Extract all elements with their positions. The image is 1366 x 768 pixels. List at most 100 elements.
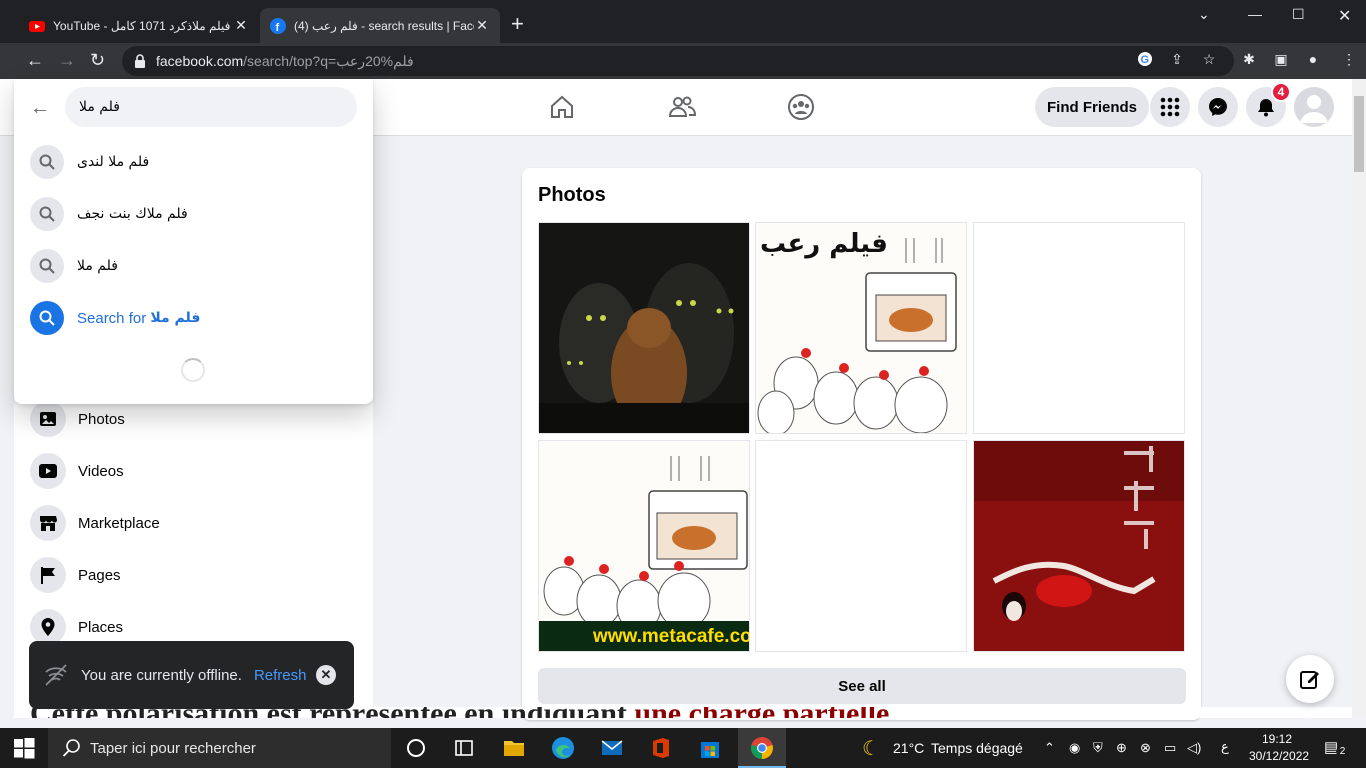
- search-input[interactable]: [65, 87, 357, 127]
- store-icon[interactable]: [698, 736, 722, 760]
- grid-menu-icon: [1160, 97, 1180, 117]
- battery-icon[interactable]: ▭: [1164, 740, 1176, 756]
- volume-icon[interactable]: ◁): [1187, 740, 1201, 756]
- video-icon: [30, 453, 66, 489]
- tab-youtube[interactable]: YouTube - فيلم ملاذكرد 1071 كامل ✕: [19, 8, 259, 43]
- bookmark-star-icon[interactable]: ☆: [1200, 51, 1218, 69]
- photo-caption: فيلم رعب: [760, 229, 888, 259]
- photo-result[interactable]: فيلم رعب: [755, 222, 967, 434]
- extensions-icon[interactable]: ✱: [1240, 51, 1258, 69]
- tab-search-icon[interactable]: ⌄: [1198, 6, 1210, 23]
- search-suggestion[interactable]: فلم ملا: [30, 246, 118, 286]
- messenger-button[interactable]: [1198, 87, 1238, 127]
- home-icon[interactable]: [548, 93, 576, 121]
- windows-taskbar: Taper ici pour rechercher ☾ 21°C Temps d…: [0, 728, 1366, 768]
- tab-facebook[interactable]: f (4) فلم رعب - search results | Face ✕: [260, 8, 500, 43]
- menu-button[interactable]: [1150, 87, 1190, 127]
- cats-photo: [539, 223, 749, 433]
- sidebar-item-label: Pages: [78, 566, 121, 584]
- url-path: /search/top?q=فلم%20رعب: [243, 52, 414, 69]
- compose-icon: [1300, 671, 1319, 689]
- close-tab-icon[interactable]: ✕: [474, 17, 490, 34]
- close-window-button[interactable]: ✕: [1338, 6, 1351, 26]
- photo-result[interactable]: www.metacafe.com: [538, 440, 750, 652]
- photo-result[interactable]: [973, 440, 1185, 652]
- search-suggestion[interactable]: فلم ملا لندى: [30, 142, 149, 182]
- reload-icon[interactable]: ↻: [90, 51, 105, 69]
- network-icon[interactable]: ⊗: [1140, 740, 1151, 756]
- youtube-icon: [29, 20, 45, 32]
- edge-icon[interactable]: [551, 736, 575, 760]
- chrome-icon: [751, 737, 773, 759]
- tab-title: (4) فلم رعب - search results | Face: [294, 18, 474, 33]
- weather-temp[interactable]: 21°C: [893, 740, 924, 756]
- suggestion-text: فلم ملا: [77, 258, 118, 274]
- menu-icon[interactable]: ⋮: [1340, 51, 1358, 69]
- new-tab-button[interactable]: +: [511, 13, 524, 35]
- notification-badge: 4: [1271, 82, 1291, 102]
- chevron-up-icon[interactable]: ⌃: [1044, 740, 1055, 756]
- find-friends-button[interactable]: Find Friends: [1035, 87, 1149, 127]
- refresh-link[interactable]: Refresh: [254, 667, 307, 684]
- close-icon[interactable]: ✕: [316, 665, 336, 685]
- marketplace-icon: [30, 505, 66, 541]
- photo-result[interactable]: [973, 222, 1185, 434]
- clock-date[interactable]: 30/12/2022: [1249, 749, 1309, 763]
- sidebar-item-label: Photos: [78, 410, 125, 428]
- clock-time[interactable]: 19:12: [1262, 732, 1292, 746]
- svg-text:f: f: [276, 22, 280, 34]
- new-message-button[interactable]: [1286, 655, 1334, 703]
- offline-toast: You are currently offline. Refresh ✕: [29, 641, 354, 709]
- sidepanel-icon[interactable]: ▣: [1272, 51, 1290, 69]
- sidebar-item-pages[interactable]: Pages: [30, 555, 121, 595]
- minimize-button[interactable]: —: [1248, 6, 1262, 22]
- search-for-button[interactable]: Search for فلم ملا: [30, 298, 200, 338]
- forward-icon[interactable]: →: [58, 51, 76, 69]
- loading-spinner: [181, 358, 205, 382]
- page-scrollbar[interactable]: [1352, 79, 1366, 718]
- search-suggestion[interactable]: فلم ملاك بنت نجف: [30, 194, 188, 234]
- mail-icon[interactable]: [600, 736, 624, 760]
- task-view-icon[interactable]: [452, 736, 476, 760]
- see-all-button[interactable]: See all: [538, 668, 1186, 704]
- photo-result[interactable]: [755, 440, 967, 652]
- browser-toolbar: ← → ↻ facebook.com/search/top?q=فلم%20رع…: [0, 43, 1366, 79]
- office-icon[interactable]: [649, 736, 673, 760]
- back-icon[interactable]: ←: [26, 51, 44, 69]
- url-host: facebook.com: [156, 53, 244, 69]
- scrollbar-thumb[interactable]: [1354, 96, 1364, 172]
- windows-start-icon[interactable]: [12, 736, 36, 760]
- avatar[interactable]: [1294, 87, 1334, 127]
- share-icon[interactable]: ⇪: [1168, 51, 1186, 69]
- globe-icon[interactable]: ⊕: [1116, 740, 1127, 756]
- address-bar[interactable]: facebook.com/search/top?q=فلم%20رعب: [122, 46, 1234, 76]
- sidebar-item-marketplace[interactable]: Marketplace: [30, 503, 160, 543]
- photo-result[interactable]: [538, 222, 750, 434]
- chrome-taskbar-button[interactable]: [738, 728, 786, 768]
- notification-count: 2: [1336, 746, 1349, 757]
- bell-icon: [1258, 99, 1274, 117]
- sidebar-item-videos[interactable]: Videos: [30, 451, 124, 491]
- shield-icon[interactable]: ⛨: [1093, 740, 1103, 756]
- horror-poster-photo: [974, 441, 1184, 651]
- file-explorer-icon[interactable]: [502, 736, 526, 760]
- cortana-icon[interactable]: [404, 736, 428, 760]
- profile-icon[interactable]: ●: [1304, 51, 1322, 69]
- maximize-button[interactable]: ☐: [1292, 6, 1305, 23]
- google-icon[interactable]: G: [1136, 51, 1154, 69]
- photo-watermark: www.metacafe.com: [539, 621, 749, 651]
- doc-text-red: une charge partielle: [634, 707, 889, 718]
- lock-icon: [135, 54, 145, 68]
- suggestion-text: فلم ملاك بنت نجف: [77, 206, 188, 222]
- friends-icon[interactable]: [668, 93, 696, 121]
- input-language[interactable]: ع: [1221, 740, 1229, 755]
- wifi-off-icon: [45, 664, 67, 686]
- photos-icon: [30, 401, 66, 437]
- weather-desc[interactable]: Temps dégagé: [931, 740, 1023, 756]
- sidebar-item-photos[interactable]: Photos: [30, 399, 125, 439]
- taskbar-search[interactable]: Taper ici pour rechercher: [48, 728, 391, 768]
- groups-icon[interactable]: [787, 93, 815, 121]
- back-arrow-icon[interactable]: ←: [30, 97, 50, 120]
- close-tab-icon[interactable]: ✕: [233, 17, 249, 34]
- tray-app-icon[interactable]: ◉: [1069, 740, 1080, 756]
